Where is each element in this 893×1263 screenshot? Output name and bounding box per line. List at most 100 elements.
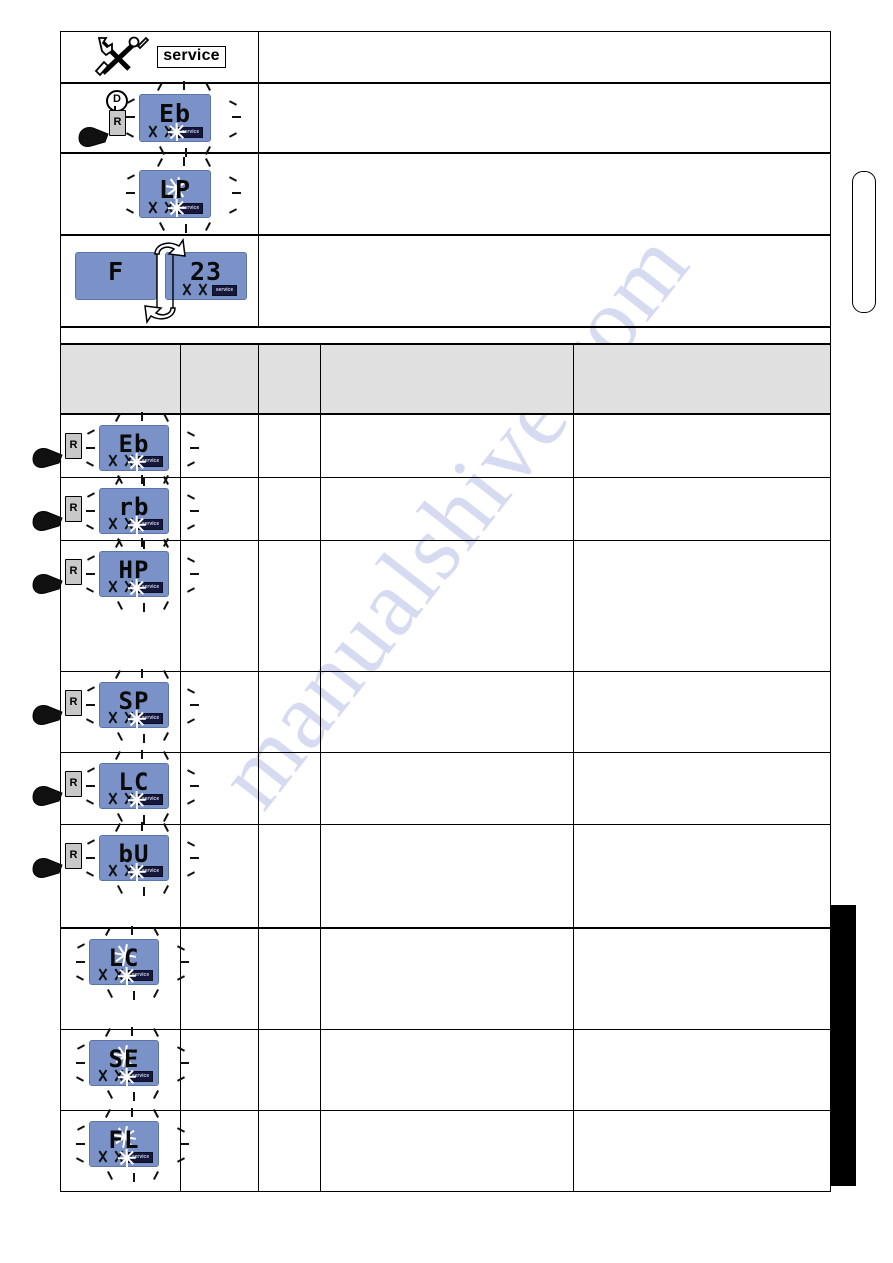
lcd-display: Eb service [99,425,169,471]
service-chip: service [212,285,237,296]
reset-button-hand[interactable]: R [32,492,91,542]
crossed-radiator-icon [162,201,175,214]
lcd-status-icons: service [96,968,153,981]
table-row: R HP service [32,538,831,672]
crossed-radiator-icon [122,517,135,530]
crossed-radiator-icon [112,1150,125,1163]
service-chip: service [178,127,203,138]
cell-col2 [180,671,259,753]
hand-pointer-icon [32,705,63,725]
crossed-radiator-icon [122,580,135,593]
reset-button-hand[interactable]: R [32,686,91,736]
crossed-flame-icon [106,517,119,530]
lcd-status-icons: service [106,792,163,805]
lcd-status-icons: service [146,125,203,138]
lcd-status-icons: service [106,711,163,724]
cell-action [573,413,831,478]
page-edge-pill [852,171,876,313]
cell-description [320,824,574,929]
f23-desc-cell [258,234,831,328]
lcd-display: Eb service [139,94,211,142]
lcd-status-icons: service [106,517,163,530]
lcd-display: HP service [99,551,169,597]
crossed-flame-icon [146,125,159,138]
crossed-flame-icon [106,454,119,467]
cell-col2 [180,540,259,672]
table-row: Rrb service [32,475,831,549]
crossed-radiator-icon [196,283,209,296]
cell-col3 [258,540,321,672]
cell-description [320,477,574,541]
hand-pointer-icon [32,511,63,531]
cell-description [320,1029,574,1111]
cell-description [320,540,574,672]
cell-col3 [258,1029,321,1111]
cell-description [320,671,574,753]
display-cell: R SP service [32,669,199,753]
service-label: service [157,46,226,68]
hand-pointer-icon [78,127,109,147]
service-chip: service [128,1152,153,1163]
reset-button-hand[interactable]: R [32,555,91,605]
reset-button-hand[interactable]: R [32,429,91,479]
lcd-status-icons: service [96,1069,153,1082]
cell-action [573,752,831,825]
cell-col2 [180,1029,259,1111]
lcd-display: bU service [99,835,169,881]
lp-display-cell: LP service [60,152,259,236]
header-cell-description [320,343,574,415]
cell-col3 [258,671,321,753]
crossed-radiator-icon [122,711,135,724]
cell-action [573,540,831,672]
cell-col2 [180,752,259,825]
page-edge-black-tab [830,905,856,1186]
service-chip: service [138,519,163,530]
service-chip: service [128,1071,153,1082]
f23-display-cell: F 23 service [60,234,259,328]
cell-action [573,671,831,753]
d-marker-icon: D [106,90,128,112]
hand-pointer-icon [32,786,63,806]
cell-action [573,824,831,929]
cell-col2 [180,824,259,929]
cell-col2 [180,927,259,1030]
cell-col3 [258,1110,321,1192]
lcd-status-icons: service [106,864,163,877]
table-row: service [60,31,831,84]
lcd-display: rb service [99,488,169,534]
crossed-radiator-icon [112,1069,125,1082]
hand-pointer-icon [32,858,63,878]
cell-action [573,1110,831,1192]
service-chip: service [138,713,163,724]
lp-desc-cell [258,152,831,236]
display-cell: LC service [60,926,189,1030]
service-chip: service [138,794,163,805]
service-chip: service [138,456,163,467]
cell-description [320,413,574,478]
lcd-display: LP service [139,170,211,218]
fault-code-table: R Eb service Rrb service R HP service R SP service… [32,343,831,1192]
table-row: R Eb service [32,412,831,486]
cell-action [573,477,831,541]
table-row: R SP service [32,669,831,753]
crossed-radiator-icon [122,454,135,467]
tools-icon [93,35,150,79]
service-chip: service [178,203,203,214]
cell-col3 [258,477,321,541]
manual-page: manualshive.com service D R Eb service L… [0,0,893,1263]
reset-button-hand[interactable]: R [32,767,91,817]
reset-button-hand[interactable]: D R [78,90,135,156]
cell-description [320,1110,574,1192]
header-cell-action [573,343,831,415]
cell-col2 [180,1110,259,1192]
cell-col3 [258,752,321,825]
lcd-display: FL service [89,1121,159,1167]
reset-button-hand[interactable]: R [32,839,91,889]
crossed-flame-icon [106,711,119,724]
lcd-status-icons: service [146,201,203,214]
eb-display-cell: D R Eb service [60,81,259,157]
crossed-flame-icon [96,1069,109,1082]
eb-desc-cell [258,82,831,154]
table-row: F 23 service [60,234,831,328]
cell-action [573,1029,831,1111]
